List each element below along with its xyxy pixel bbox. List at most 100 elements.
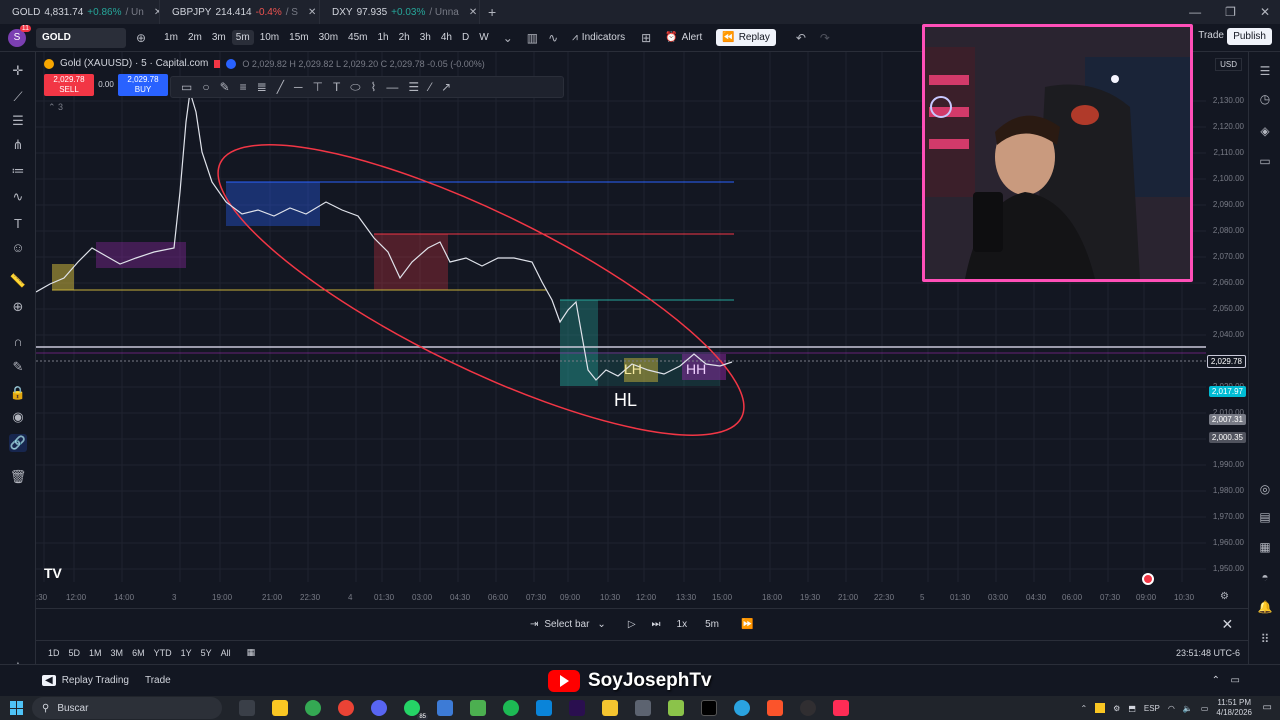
horizontal-lines-icon[interactable]: ☰ (9, 112, 27, 130)
avatar[interactable]: S 11 (8, 24, 31, 47)
alerts-clock-icon[interactable]: ◷ (1256, 90, 1274, 108)
play-icon[interactable]: ▷ (628, 619, 636, 630)
indicators-button[interactable]: ⩘ Indicators (572, 32, 625, 43)
replay-trading-tab[interactable]: Replay Trading (62, 675, 129, 686)
zone-red[interactable] (374, 234, 448, 290)
discord-icon[interactable] (371, 700, 387, 716)
range-all[interactable]: All (221, 648, 231, 658)
chevron-down-icon[interactable]: ⌄ (503, 31, 513, 45)
notes-icon[interactable] (602, 700, 618, 716)
range-3m[interactable]: 3M (111, 648, 124, 658)
eye-icon[interactable]: ◉ (9, 408, 27, 426)
close-replay-icon[interactable]: ✕ (1221, 616, 1233, 633)
range-1y[interactable]: 1Y (181, 648, 192, 658)
fib-retracement-icon[interactable]: ≡ (240, 80, 247, 94)
timeframe-3m[interactable]: 3m (208, 30, 230, 45)
chrome-profile-icon[interactable] (338, 700, 354, 716)
maximize-icon[interactable]: ❐ (1225, 5, 1236, 19)
rectangle-icon[interactable]: ▭ (181, 80, 192, 94)
timeframe-2h[interactable]: 2h (395, 30, 414, 45)
calendar-app-icon[interactable] (437, 700, 453, 716)
close-tab-icon[interactable]: ✕ (308, 7, 316, 18)
timeframe-3h[interactable]: 3h (416, 30, 435, 45)
windows-start-icon[interactable] (10, 701, 24, 715)
interval-select[interactable]: 5m (705, 619, 719, 630)
zoom-icon[interactable]: ⊕ (9, 298, 27, 316)
task-view-icon[interactable] (239, 700, 255, 716)
settings-gear-icon[interactable]: ⚙ (1220, 591, 1229, 602)
brush-icon[interactable]: ∿ (9, 188, 27, 206)
buy-button[interactable]: 2,029.78 BUY (118, 74, 168, 96)
timezone-clock[interactable]: 23:51:48 UTC-6 (1176, 648, 1240, 658)
minimize-icon[interactable]: — (1189, 5, 1201, 19)
trade-tab[interactable]: Trade (145, 675, 171, 686)
notifications-icon[interactable]: ▭ (1263, 702, 1272, 713)
lock-icon[interactable]: 🔒 (9, 384, 27, 402)
premiere-icon[interactable] (569, 700, 585, 716)
collapse-panel-icon[interactable]: ⌃ (1212, 675, 1220, 686)
replay-button[interactable]: ⏪ Replay (716, 29, 776, 46)
chevron-down-icon[interactable]: ⌄ (597, 619, 605, 630)
annotation-lh[interactable]: LH (624, 361, 642, 377)
maximize-panel-icon[interactable]: ▭ (1231, 675, 1240, 686)
battery-icon[interactable]: ▭ (1201, 704, 1209, 713)
alerts-bell-icon[interactable]: 🔔 (1256, 598, 1274, 616)
whatsapp-icon[interactable]: 85 (404, 700, 428, 720)
layers-icon[interactable]: ◈ (1256, 122, 1274, 140)
ellipse-icon[interactable]: ⬭ (350, 80, 360, 95)
ruler-icon[interactable]: 📏 (9, 272, 27, 290)
timeframe-1m[interactable]: 1m (160, 30, 182, 45)
link-icon[interactable]: 🔗 (9, 434, 27, 452)
wifi-icon[interactable]: ◠ (1168, 704, 1175, 713)
undo-icon[interactable]: ↶ (796, 31, 806, 45)
calendar-icon[interactable]: ▦ (1256, 538, 1274, 556)
browser-tab-gbpjpy[interactable]: GBPJPY 214.414 -0.4% / S ✕ (160, 0, 320, 24)
jump-to-realtime-icon[interactable]: ⏩ (741, 619, 753, 630)
redo-icon[interactable]: ↷ (820, 31, 830, 45)
templates-icon[interactable]: ⊞ (641, 31, 651, 45)
new-tab-icon[interactable]: + (480, 4, 504, 20)
menu-lines-icon[interactable]: ☰ (408, 80, 419, 94)
chrome-icon[interactable] (305, 700, 321, 716)
trade-button[interactable]: Trade (1198, 30, 1224, 41)
crosshair-icon[interactable]: ✛ (9, 62, 27, 80)
alert-button[interactable]: ⏰ Alert (665, 32, 702, 43)
tray-app-icon[interactable]: ⚙ (1113, 704, 1120, 713)
tray-app-icon[interactable] (1095, 703, 1106, 713)
volume-icon[interactable]: 🔈 (1183, 704, 1193, 713)
ray-icon[interactable]: ⁄ (429, 80, 431, 94)
grid-apps-icon[interactable]: ⠿ (1256, 630, 1274, 648)
timeframe-1h[interactable]: 1h (374, 30, 393, 45)
line-chart-icon[interactable]: ∿ (548, 31, 558, 45)
telegram-icon[interactable] (734, 700, 750, 716)
go-to-date-icon[interactable]: ▦ (247, 647, 256, 658)
tiktok-icon[interactable] (833, 700, 849, 716)
brush-icon[interactable]: ✎ (220, 80, 230, 94)
range-5y[interactable]: 5Y (201, 648, 212, 658)
minecraft-icon[interactable] (470, 700, 486, 716)
annotation-hl[interactable]: HL (614, 390, 637, 410)
close-tab-icon[interactable]: ✕ (469, 7, 477, 18)
horizontal-line-icon[interactable]: — (386, 80, 398, 94)
timeframe-45m[interactable]: 45m (344, 30, 371, 45)
symbol-search[interactable]: GOLD (36, 27, 126, 48)
taskbar-clock[interactable]: 11:51 PM 4/18/2026 (1216, 698, 1252, 718)
file-explorer-icon[interactable] (272, 700, 288, 716)
indicators-collapse[interactable]: ⌃ 3 (48, 102, 63, 113)
magnet-icon[interactable]: ∩ (9, 332, 27, 350)
annotation-hh[interactable]: HH (686, 361, 706, 377)
timeframe-w[interactable]: W (475, 30, 492, 45)
lock-drawing-icon[interactable]: ✎ (9, 358, 27, 376)
browser-tab-gold[interactable]: GOLD 4,831.74 +0.86% / Un ✕ (0, 0, 160, 24)
text-tool-icon[interactable]: ⊤ (312, 80, 322, 94)
watchlist-icon[interactable]: ☰ (1256, 62, 1274, 80)
zone-yellow[interactable] (52, 264, 74, 290)
tray-chevron-icon[interactable]: ⌃ (1080, 704, 1087, 713)
arrow-icon[interactable]: ↗ (441, 80, 451, 94)
trash-icon[interactable]: 🗑 (9, 468, 27, 486)
currency-select[interactable]: USD (1215, 58, 1242, 71)
path-icon[interactable]: ⌇ (371, 80, 377, 94)
tray-app-icon[interactable]: ⬒ (1128, 704, 1136, 713)
close-window-icon[interactable]: ✕ (1260, 5, 1270, 19)
select-bar-icon[interactable]: ⇥ (530, 619, 538, 630)
